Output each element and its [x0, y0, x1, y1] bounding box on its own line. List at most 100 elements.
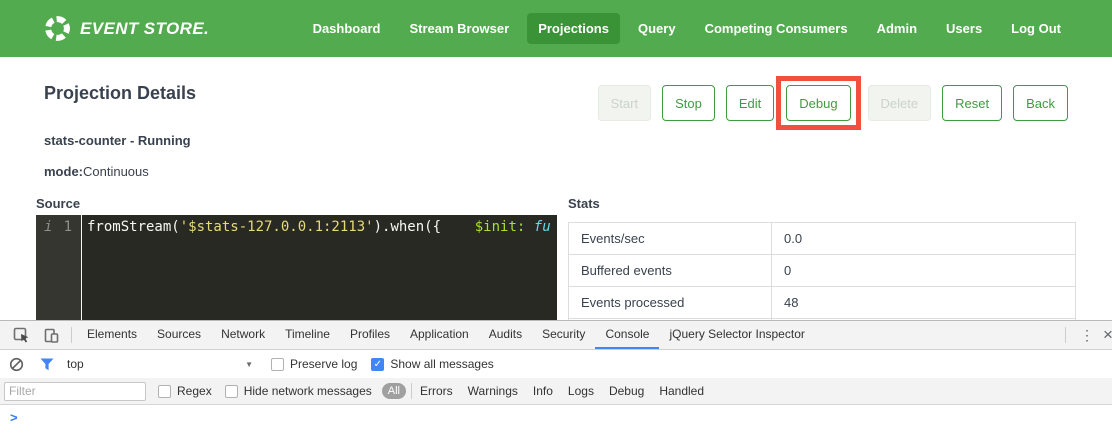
back-button[interactable]: Back — [1013, 85, 1068, 121]
line-number: 1 — [64, 217, 72, 320]
stat-name: Events/sec — [569, 223, 772, 255]
stats-row: Buffered events 0 — [569, 255, 1076, 287]
controls-separator — [1065, 327, 1066, 343]
devtools-tab-security[interactable]: Security — [532, 321, 595, 349]
inspect-element-icon[interactable] — [6, 321, 37, 349]
code-string: '$stats-127.0.0.1:2113' — [180, 219, 374, 235]
code-space — [525, 219, 533, 235]
execution-context-selector[interactable]: top ▼ — [67, 357, 253, 371]
checkbox-unchecked-icon — [158, 385, 171, 398]
start-button: Start — [598, 85, 651, 121]
editor-gutter: i 1 — [36, 215, 81, 320]
device-toolbar-icon[interactable] — [37, 321, 66, 349]
code-line[interactable]: fromStream('$stats-127.0.0.1:2113').when… — [81, 215, 557, 320]
mode-label: mode: — [44, 164, 83, 179]
devtools-tab-network[interactable]: Network — [211, 321, 275, 349]
chevron-down-icon: ▼ — [245, 360, 253, 369]
debug-button[interactable]: Debug — [786, 85, 850, 121]
devtools-menu-icon[interactable]: ⋮ — [1071, 321, 1103, 349]
nav-item-log-out[interactable]: Log Out — [1000, 13, 1072, 44]
console-input-line[interactable]: > — [0, 405, 1112, 440]
checkbox-checked-icon — [371, 358, 384, 371]
log-level-handled[interactable]: Handled — [659, 384, 704, 398]
checkbox-unchecked-icon — [225, 385, 238, 398]
console-toolbar: top ▼ Preserve log Show all messages — [0, 350, 1112, 378]
log-level-debug[interactable]: Debug — [609, 384, 644, 398]
levels-separator — [411, 383, 412, 399]
stats-section-label: Stats — [568, 196, 600, 211]
brand-name: EVENT STORE. — [80, 19, 209, 39]
log-level-warnings[interactable]: Warnings — [468, 384, 518, 398]
filter-input[interactable] — [4, 382, 146, 401]
action-buttons: Start Stop Edit Debug Delete Reset Back — [587, 76, 1068, 130]
stop-button[interactable]: Stop — [662, 85, 715, 121]
log-level-all[interactable]: All — [382, 383, 406, 399]
devtools-window-controls: ⋮ × — [1060, 321, 1112, 349]
console-prompt-icon: > — [10, 410, 18, 425]
devtools-tab-sources[interactable]: Sources — [147, 321, 211, 349]
event-store-ring-icon — [44, 15, 71, 42]
filter-funnel-icon[interactable] — [40, 358, 54, 371]
code-gap — [441, 219, 475, 235]
devtools-tab-profiles[interactable]: Profiles — [340, 321, 400, 349]
projection-status: stats-counter - Running — [44, 133, 191, 148]
code-keyword: fu — [534, 219, 551, 235]
stat-name: Events processed — [569, 287, 772, 319]
toolbar-separator — [71, 327, 72, 343]
devtools-tab-console[interactable]: Console — [595, 321, 659, 349]
devtools-tab-timeline[interactable]: Timeline — [275, 321, 340, 349]
devtools-tab-audits[interactable]: Audits — [479, 321, 532, 349]
show-all-messages-label: Show all messages — [390, 357, 493, 371]
devtools-tab-elements[interactable]: Elements — [77, 321, 147, 349]
stat-name: Buffered events — [569, 255, 772, 287]
projection-mode: mode:Continuous — [44, 164, 149, 179]
code-chain: ).when({ — [374, 219, 441, 235]
nav-item-stream-browser[interactable]: Stream Browser — [398, 13, 520, 44]
debug-highlight-box: Debug — [776, 76, 860, 130]
log-level-logs[interactable]: Logs — [568, 384, 594, 398]
source-code-editor[interactable]: i 1 fromStream('$stats-127.0.0.1:2113').… — [36, 215, 557, 320]
devtools-tabbar: Elements Sources Network Timeline Profil… — [0, 321, 1112, 350]
stat-value: 0.0 — [772, 223, 1076, 255]
source-section-label: Source — [36, 196, 80, 211]
clear-console-icon[interactable] — [9, 357, 24, 372]
delete-button: Delete — [868, 85, 932, 121]
log-level-errors[interactable]: Errors — [420, 384, 453, 398]
projection-details-page: Projection Details Start Stop Edit Debug… — [0, 57, 1112, 320]
stat-value: 48 — [772, 287, 1076, 319]
reset-button[interactable]: Reset — [942, 85, 1002, 121]
nav-item-query[interactable]: Query — [627, 13, 687, 44]
context-value: top — [67, 357, 84, 371]
nav-item-competing-consumers[interactable]: Competing Consumers — [694, 13, 859, 44]
regex-checkbox[interactable]: Regex — [158, 384, 212, 398]
main-nav: Dashboard Stream Browser Projections Que… — [302, 13, 1072, 44]
app-header: EVENT STORE. Dashboard Stream Browser Pr… — [0, 0, 1112, 57]
devtools-tab-application[interactable]: Application — [400, 321, 479, 349]
nav-item-users[interactable]: Users — [935, 13, 993, 44]
page-title: Projection Details — [44, 83, 196, 104]
code-init-key: $init: — [475, 219, 526, 235]
console-filterbar: Regex Hide network messages All Errors W… — [0, 378, 1112, 405]
nav-item-dashboard[interactable]: Dashboard — [302, 13, 392, 44]
checkbox-unchecked-icon — [271, 358, 284, 371]
devtools-close-icon[interactable]: × — [1103, 321, 1112, 349]
hide-network-messages-label: Hide network messages — [244, 384, 372, 398]
edit-button[interactable]: Edit — [726, 85, 774, 121]
code-fn: fromStream( — [87, 219, 180, 235]
stat-value: 0 — [772, 255, 1076, 287]
event-store-logo[interactable]: EVENT STORE. — [44, 15, 209, 42]
nav-item-admin[interactable]: Admin — [866, 13, 928, 44]
hide-network-messages-checkbox[interactable]: Hide network messages — [225, 384, 372, 398]
nav-item-projections[interactable]: Projections — [527, 13, 620, 44]
regex-label: Regex — [177, 384, 212, 398]
devtools-tab-jquery-selector-inspector[interactable]: jQuery Selector Inspector — [659, 321, 814, 349]
mode-value: Continuous — [83, 164, 149, 179]
log-level-filters: Errors Warnings Info Logs Debug Handled — [420, 384, 704, 398]
preserve-log-checkbox[interactable]: Preserve log — [271, 357, 357, 371]
preserve-log-label: Preserve log — [290, 357, 357, 371]
stats-table: Events/sec 0.0 Buffered events 0 Events … — [568, 222, 1076, 320]
devtools-panel: Elements Sources Network Timeline Profil… — [0, 320, 1112, 440]
show-all-messages-checkbox[interactable]: Show all messages — [371, 357, 493, 371]
log-level-info[interactable]: Info — [533, 384, 553, 398]
stats-row: Events processed 48 — [569, 287, 1076, 319]
